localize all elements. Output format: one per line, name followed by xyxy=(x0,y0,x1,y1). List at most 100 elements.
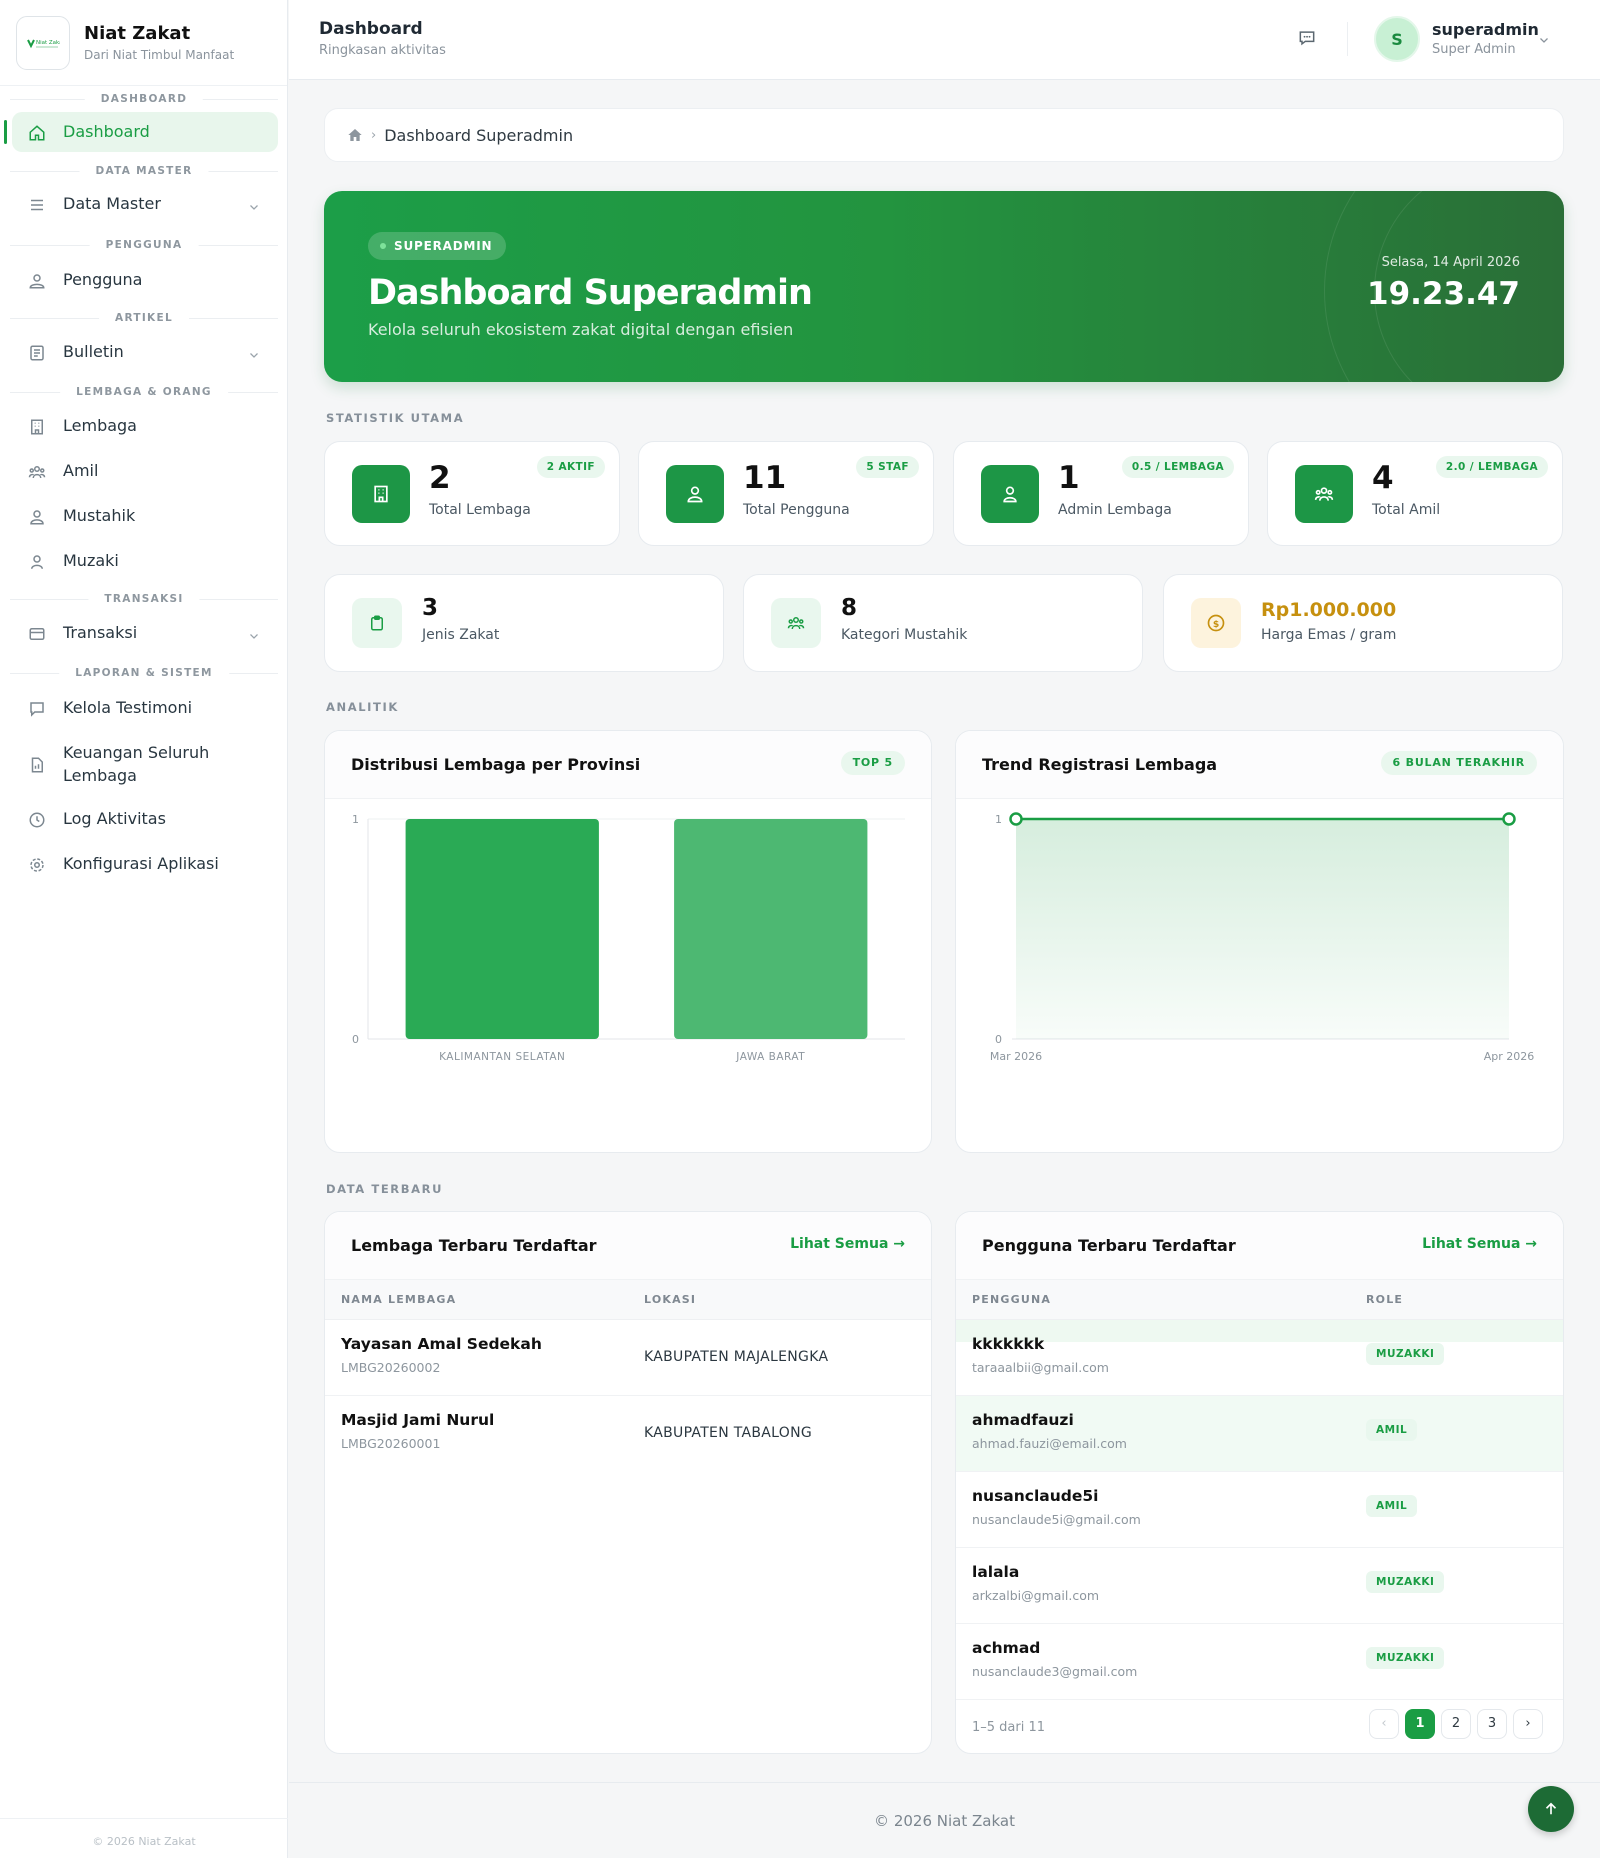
stat-badge: 5 STAF xyxy=(856,456,919,478)
section-label-analitik: ANALITIK xyxy=(326,700,399,714)
stat-card-jenis-zakat[interactable]: 3 Jenis Zakat xyxy=(324,574,724,672)
pagination-page-2[interactable]: 2 xyxy=(1441,1709,1471,1739)
stat-card-amil[interactable]: 4 Total Amil 2.0 / LEMBAGA xyxy=(1267,441,1563,546)
scroll-top-button[interactable] xyxy=(1528,1786,1574,1832)
table-row[interactable]: kkkkkkk taraaalbii@gmail.com MUZAKKI xyxy=(956,1320,1563,1396)
table-row[interactable]: achmad nusanclaude3@gmail.com MUZAKKI xyxy=(956,1624,1563,1700)
sidebar-item-label: Transaksi xyxy=(63,623,138,642)
line-chart: 0 1 Mar 2026 Apr 2026 xyxy=(990,812,1534,1063)
bar-chart: 0 1 KALIMANTAN SELATAN JAWA BARAT xyxy=(352,813,905,1063)
sidebar-item-transaksi[interactable]: Transaksi xyxy=(12,613,278,653)
stat-badge: 2 AKTIF xyxy=(536,456,605,478)
sidebar-item-data-master[interactable]: Data Master xyxy=(12,184,278,224)
lembaga-name: Yayasan Amal Sedekah xyxy=(341,1335,542,1353)
sidebar-item-pengguna[interactable]: Pengguna xyxy=(12,260,278,300)
sidebar-item-label: Lembaga xyxy=(63,416,137,435)
stat-value: 4 xyxy=(1372,460,1394,496)
user-name[interactable]: superadmin xyxy=(1432,20,1539,39)
sidebar-item-mustahik[interactable]: Mustahik xyxy=(12,496,278,536)
hero-clock: 19.23.47 xyxy=(1367,276,1520,312)
stat-label: Total Pengguna xyxy=(743,502,850,518)
sidebar-item-lembaga[interactable]: Lembaga xyxy=(12,406,278,446)
breadcrumb-current: Dashboard Superadmin xyxy=(384,125,574,145)
pagination-next-button[interactable]: › xyxy=(1513,1709,1543,1739)
sidebar-item-konfigurasi[interactable]: Konfigurasi Aplikasi xyxy=(12,844,278,884)
lembaga-name: Masjid Jami Nurul xyxy=(341,1411,495,1429)
sidebar-item-label: Kelola Testimoni xyxy=(63,698,193,717)
lembaga-table-panel: Lembaga Terbaru Terdaftar Lihat Semua → … xyxy=(324,1211,932,1754)
sidebar-item-log[interactable]: Log Aktivitas xyxy=(12,799,278,839)
stat-card-pengguna[interactable]: 11 Total Pengguna 5 STAF xyxy=(638,441,934,546)
table-row[interactable]: ahmadfauzi ahmad.fauzi@email.com AMIL xyxy=(956,1396,1563,1472)
brand-name: Niat Zakat xyxy=(84,23,191,44)
page-title: Dashboard xyxy=(319,19,423,39)
user-group-icon xyxy=(28,508,46,526)
pengguna-table-panel: Pengguna Terbaru Terdaftar Lihat Semua →… xyxy=(955,1211,1564,1754)
chat-icon[interactable] xyxy=(1297,28,1317,48)
stat-card-admin-lembaga[interactable]: 1 Admin Lembaga 0.5 / LEMBAGA xyxy=(953,441,1249,546)
sidebar-item-label: Mustahik xyxy=(63,506,136,525)
lembaga-code: LMBG20260001 xyxy=(341,1436,441,1451)
section-label-statistik: STATISTIK UTAMA xyxy=(326,411,465,425)
stat-label: Jenis Zakat xyxy=(422,627,500,643)
y-tick-label: 0 xyxy=(352,1033,359,1046)
stat-value: 3 xyxy=(422,595,439,621)
table-header: NAMA LEMBAGA LOKASI xyxy=(325,1280,931,1320)
stat-card-harga-emas[interactable]: $ Rp1.000.000 Harga Emas / gram xyxy=(1163,574,1563,672)
table-row[interactable]: Yayasan Amal Sedekah LMBG20260002 KABUPA… xyxy=(325,1320,931,1396)
pagination-page-3[interactable]: 3 xyxy=(1477,1709,1507,1739)
user-email: arkzalbi@gmail.com xyxy=(972,1588,1100,1603)
building-icon xyxy=(28,418,46,436)
user-icon xyxy=(28,553,46,571)
chevron-down-icon[interactable] xyxy=(1538,34,1550,46)
coin-icon: $ xyxy=(1191,598,1241,648)
sidebar-footer: © 2026 Niat Zakat xyxy=(0,1818,288,1848)
view-all-link[interactable]: Lihat Semua → xyxy=(790,1236,905,1252)
lembaga-code: LMBG20260002 xyxy=(341,1360,441,1375)
arrow-up-icon xyxy=(1542,1800,1560,1818)
avatar[interactable]: S xyxy=(1374,16,1420,62)
chart-badge: 6 BULAN TERAKHIR xyxy=(1380,751,1537,775)
stat-label: Total Lembaga xyxy=(429,502,531,518)
stat-badge: 2.0 / LEMBAGA xyxy=(1435,456,1548,478)
sidebar-item-label: Amil xyxy=(63,461,99,480)
clipboard-icon xyxy=(352,598,402,648)
clock-icon xyxy=(28,811,46,829)
sidebar-item-muzaki[interactable]: Muzaki xyxy=(12,541,278,581)
chart-badge: TOP 5 xyxy=(840,751,905,775)
stat-label: Total Amil xyxy=(1372,502,1441,518)
section-label-dashboard: DASHBOARD xyxy=(0,92,288,106)
sidebar-item-amil[interactable]: Amil xyxy=(12,451,278,491)
list-icon xyxy=(28,196,46,214)
table-row[interactable]: Masjid Jami Nurul LMBG20260001 KABUPATEN… xyxy=(325,1396,931,1472)
home-icon[interactable] xyxy=(347,127,363,143)
stat-card-kategori-mustahik[interactable]: 8 Kategori Mustahik xyxy=(743,574,1143,672)
section-label-data-terbaru: DATA TERBARU xyxy=(326,1182,444,1196)
sidebar-item-dashboard[interactable]: Dashboard xyxy=(4,112,278,152)
brand-logo[interactable]: Niat Zakat xyxy=(16,15,70,70)
data-point xyxy=(1502,812,1516,826)
panel-header: Distribusi Lembaga per Provinsi TOP 5 xyxy=(325,731,931,799)
chevron-down-icon xyxy=(248,627,260,646)
bar xyxy=(405,819,599,1039)
sidebar-item-label: Lembaga xyxy=(63,766,137,785)
sidebar-item-keuangan[interactable]: Keuangan Seluruh Lembaga xyxy=(12,741,278,789)
user-email: nusanclaude5i@gmail.com xyxy=(972,1512,1141,1527)
table-row[interactable]: lalala arkzalbi@gmail.com MUZAKKI xyxy=(956,1548,1563,1624)
brand: Niat Zakat Niat Zakat Dari Niat Timbul M… xyxy=(0,0,287,86)
view-all-link[interactable]: Lihat Semua → xyxy=(1422,1236,1537,1252)
group-icon xyxy=(771,598,821,648)
area-fill xyxy=(1016,819,1509,1039)
data-point xyxy=(1009,812,1023,826)
y-tick-label: 1 xyxy=(995,813,1002,826)
y-tick-label: 1 xyxy=(352,813,359,826)
sidebar-item-testimoni[interactable]: Kelola Testimoni xyxy=(12,688,278,728)
sidebar-item-bulletin[interactable]: Bulletin xyxy=(12,332,278,372)
chart-title: Distribusi Lembaga per Provinsi xyxy=(351,755,641,774)
pagination-page-1[interactable]: 1 xyxy=(1405,1709,1435,1739)
sidebar-item-label: Bulletin xyxy=(63,342,124,361)
section-label-artikel: ARTIKEL xyxy=(0,311,288,325)
pagination-prev-button[interactable]: ‹ xyxy=(1369,1709,1399,1739)
table-row[interactable]: nusanclaude5i nusanclaude5i@gmail.com AM… xyxy=(956,1472,1563,1548)
stat-card-lembaga[interactable]: 2 Total Lembaga 2 AKTIF xyxy=(324,441,620,546)
